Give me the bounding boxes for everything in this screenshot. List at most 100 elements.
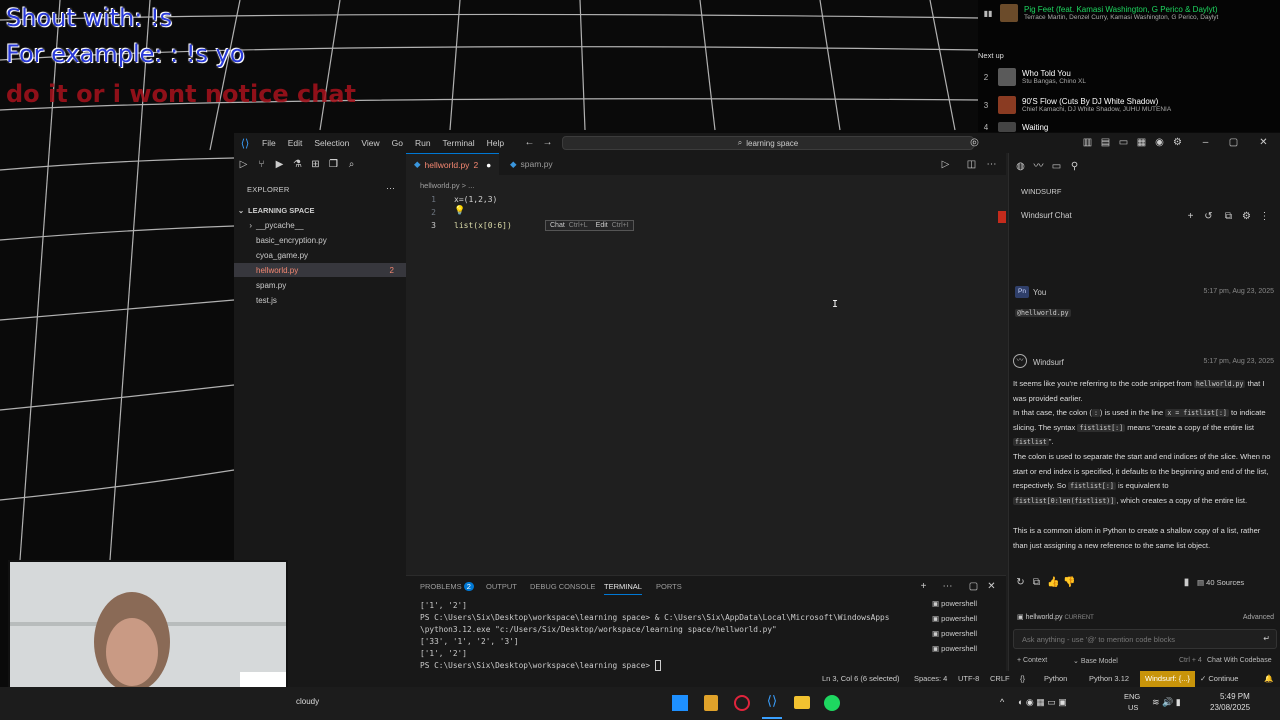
terminal-prompt[interactable]: PS C:\Users\Six\Desktop\workspace\learni…	[420, 660, 662, 671]
tab-problems[interactable]: PROBLEMS 2	[420, 582, 474, 591]
terminal-instance[interactable]: ▣ powershell	[932, 629, 977, 638]
python-interpreter[interactable]: Python 3.12	[1089, 674, 1129, 683]
chevron-up-icon[interactable]: ^	[1000, 697, 1004, 707]
comment-icon[interactable]: ▭	[1051, 161, 1062, 172]
encoding[interactable]: UTF-8	[958, 674, 979, 683]
forward-arrow-icon[interactable]: →	[542, 137, 553, 148]
chat-input[interactable]: Ask anything - use '@' to mention code b…	[1013, 629, 1277, 649]
terminal-instance[interactable]: ▣ powershell	[932, 614, 977, 623]
input-language[interactable]: ENG	[1124, 692, 1140, 701]
copy-icon[interactable]: ⧉	[1031, 577, 1042, 588]
chat-icon[interactable]: ◍	[1015, 161, 1026, 172]
thumbs-down-icon[interactable]: 👎	[1063, 577, 1075, 588]
calculator-app-icon[interactable]	[704, 695, 718, 711]
cursor-position[interactable]: Ln 3, Col 6 (6 selected)	[822, 674, 900, 683]
more-actions-icon[interactable]: ⋯	[942, 581, 953, 592]
minimize-icon[interactable]: –	[1200, 137, 1211, 148]
run-debug-icon[interactable]: ▷	[238, 159, 249, 170]
folder-learning-space[interactable]: ⌄ LEARNING SPACE	[234, 203, 406, 217]
tree-item-pycache[interactable]: › __pycache__	[234, 218, 406, 232]
network-volume-battery-icons[interactable]: ≋ 🔊 ▮	[1152, 697, 1181, 708]
run-file-icon[interactable]: ▷	[940, 159, 951, 170]
explorer-icon[interactable]: ❐	[328, 159, 339, 170]
pin-icon[interactable]: ⚲	[1069, 161, 1080, 172]
vscode-app-icon[interactable]: ⟨⟩	[764, 693, 780, 713]
tree-item-file[interactable]: hellworld.py 2	[234, 263, 406, 277]
menu-selection[interactable]: Selection	[308, 138, 355, 148]
tree-item-file[interactable]: spam.py	[234, 278, 406, 292]
unsaved-dot-icon[interactable]: ●	[486, 160, 491, 170]
weather-label[interactable]: cloudy	[296, 697, 319, 706]
new-chat-icon[interactable]: +	[1185, 211, 1196, 222]
run-icon[interactable]: ▶	[274, 159, 285, 170]
bell-icon[interactable]: 🔔	[1264, 674, 1273, 683]
gear-icon[interactable]: ⚙	[1241, 211, 1252, 222]
split-editor-icon[interactable]: ◫	[966, 159, 977, 170]
maximize-panel-icon[interactable]: ▢	[968, 581, 979, 592]
maximize-icon[interactable]: ▢	[1228, 137, 1239, 148]
thumbs-up-icon[interactable]: 👍	[1047, 577, 1059, 588]
more-actions-icon[interactable]: ⋯	[986, 159, 997, 170]
model-selector[interactable]: ⌄ Base Model	[1073, 657, 1118, 665]
breadcrumb[interactable]: hellworld.py > ...	[420, 181, 474, 190]
tab-hellworld[interactable]: ◆ hellworld.py 2 ●	[406, 153, 500, 175]
queue-item[interactable]: 4 Waiting	[980, 122, 1048, 132]
add-context-button[interactable]: + Context	[1017, 657, 1047, 664]
tray-icons[interactable]: ◐ ◉ ▦ ▭ ▣	[1018, 697, 1067, 708]
back-arrow-icon[interactable]: ←	[524, 137, 535, 148]
menu-help[interactable]: Help	[481, 138, 510, 148]
tab-spam[interactable]: ◆ spam.py	[502, 153, 561, 175]
copilot-icon[interactable]: ◎	[969, 137, 980, 148]
file-mention[interactable]: @hellworld.py	[1015, 308, 1071, 317]
indentation[interactable]: Spaces: 4	[914, 674, 947, 683]
layout-sidebar-icon[interactable]: ▥	[1082, 137, 1093, 148]
more-actions-icon[interactable]: ⋯	[386, 183, 395, 194]
tab-debug-console[interactable]: DEBUG CONSOLE	[530, 582, 595, 591]
tab-output[interactable]: OUTPUT	[486, 582, 517, 591]
clock-time[interactable]: 5:49 PM	[1220, 692, 1250, 701]
terminal-instance[interactable]: ▣ powershell	[932, 644, 977, 653]
new-terminal-icon[interactable]: +	[918, 581, 929, 592]
tree-item-file[interactable]: basic_encryption.py	[234, 233, 406, 247]
layout-secondary-icon[interactable]: ▦	[1136, 137, 1147, 148]
advanced-link[interactable]: Advanced	[1243, 614, 1274, 621]
sources-button[interactable]: ▤ 40 Sources	[1197, 578, 1244, 587]
tab-terminal[interactable]: TERMINAL	[604, 582, 642, 595]
queue-current[interactable]: ▮▮ Pig Feet (feat. Kamasi Washington, G …	[982, 4, 1218, 22]
code-editor[interactable]: hellworld.py > ... 1 x=(1,2,3) 2 💡 3 lis…	[406, 175, 1006, 575]
inline-chat-hint[interactable]: Chat Ctrl+L Edit Ctrl+I	[545, 220, 634, 231]
close-panel-icon[interactable]: ✕	[986, 581, 997, 592]
tree-item-file[interactable]: test.js	[234, 293, 406, 307]
menu-terminal[interactable]: Terminal	[437, 138, 481, 148]
queue-item[interactable]: 3 90'S Flow (Cuts By DJ White Shadow) Ch…	[980, 96, 1171, 114]
tab-ports[interactable]: PORTS	[656, 582, 682, 591]
opera-app-icon[interactable]	[734, 695, 750, 711]
codebase-mode[interactable]: Chat With Codebase	[1207, 657, 1272, 664]
history-icon[interactable]: ↺	[1203, 211, 1214, 222]
terminal-instance[interactable]: ▣ powershell	[932, 599, 977, 608]
command-center-search[interactable]: ⌕ learning space	[562, 136, 974, 150]
menu-file[interactable]: File	[256, 138, 282, 148]
retry-icon[interactable]: ↻	[1015, 577, 1026, 588]
testing-icon[interactable]: ⚗	[292, 159, 303, 170]
tree-item-file[interactable]: cyoa_game.py	[234, 248, 406, 262]
chart-icon[interactable]: ▮	[1181, 577, 1192, 588]
more-actions-icon[interactable]: ⋮	[1259, 211, 1270, 222]
continue-status[interactable]: ✓ Continue	[1200, 674, 1238, 683]
layout-panel-icon[interactable]: ▭	[1118, 137, 1129, 148]
windsurf-logo-icon[interactable]: 〰	[1033, 161, 1044, 172]
gear-icon[interactable]: ⚙	[1172, 137, 1183, 148]
account-icon[interactable]: ◉	[1154, 137, 1165, 148]
open-external-icon[interactable]: ⧉	[1223, 211, 1234, 222]
layout-editor-icon[interactable]: ▤	[1100, 137, 1111, 148]
close-icon[interactable]: ✕	[1258, 137, 1269, 148]
lightbulb-icon[interactable]: 💡	[454, 206, 465, 216]
braces-icon[interactable]: {}	[1020, 674, 1025, 683]
extensions-icon[interactable]: ⊞	[310, 159, 321, 170]
file-explorer-app-icon[interactable]	[794, 696, 810, 709]
menu-go[interactable]: Go	[386, 138, 409, 148]
start-icon[interactable]	[672, 695, 688, 711]
menu-edit[interactable]: Edit	[282, 138, 309, 148]
windsurf-status[interactable]: Windsurf: {...}	[1140, 671, 1196, 687]
menu-view[interactable]: View	[355, 138, 385, 148]
